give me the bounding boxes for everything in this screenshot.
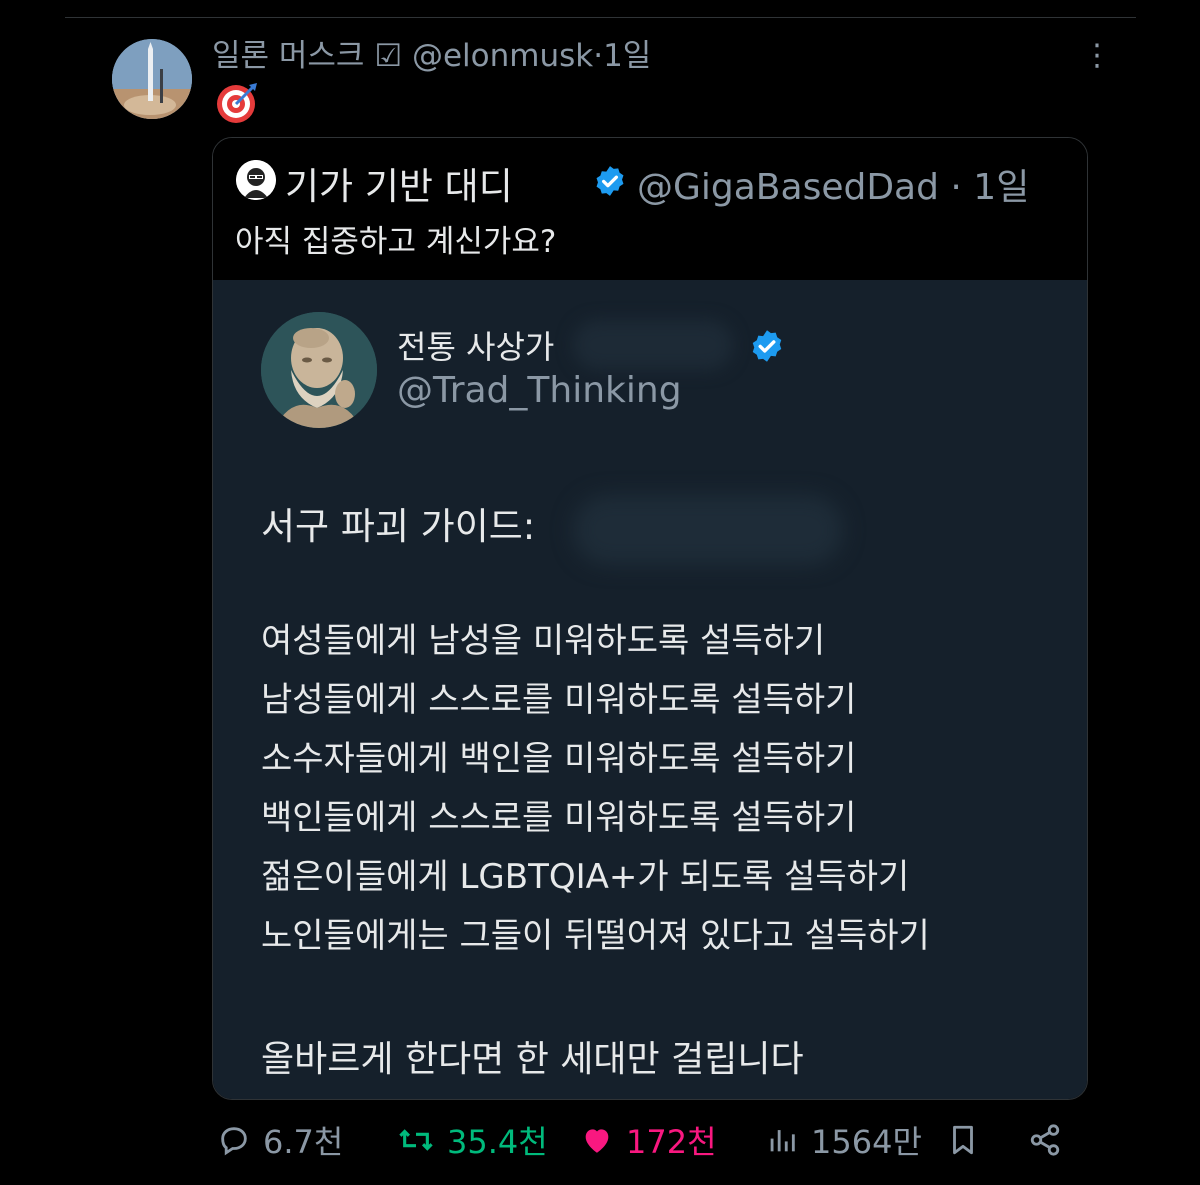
image-footer-text: 올바르게 한다면 한 세대만 걸립니다: [261, 1039, 804, 1080]
quoted-tweet[interactable]: 기가 기반 대디 @GigaBasedDad · 1일 아직 집중하고 계신가요…: [212, 137, 1088, 1100]
retweet-count: 35.4천: [447, 1123, 548, 1161]
quoted-tweet-header: 기가 기반 대디 @GigaBasedDad · 1일 아직 집중하고 계신가요…: [213, 138, 1087, 280]
top-divider: [65, 17, 1136, 18]
list-item: 백인들에게 스스로를 미워하도록 설득하기: [261, 798, 857, 838]
reply-button[interactable]: 6.7천: [217, 1115, 343, 1165]
reply-icon: [221, 1127, 247, 1156]
bar-chart-icon: [770, 1130, 795, 1152]
image-text-list: 여성들에게 남성을 미워하도록 설득하기 남성들에게 스스로를 미워하도록 설득…: [261, 616, 930, 970]
image-title: 서구 파괴 가이드:: [261, 505, 536, 548]
quoted-author-avatar[interactable]: [236, 160, 276, 200]
bookmark-button[interactable]: [948, 1115, 978, 1165]
philosopher-avatar: [261, 312, 377, 428]
share-icon: [1030, 1124, 1060, 1156]
quoted-author-name[interactable]: 기가 기반 대디: [285, 156, 513, 210]
reply-count: 6.7천: [263, 1123, 344, 1161]
list-item: 노인들에게는 그들이 뒤떨어져 있다고 설득하기: [261, 916, 930, 956]
blur-smudge: [573, 320, 733, 370]
quoted-author-handle[interactable]: @GigaBasedDad · 1일: [637, 158, 1029, 210]
retweet-button[interactable]: 35.4천: [397, 1115, 548, 1165]
tweet-time[interactable]: ·1일: [593, 38, 651, 74]
blur-smudge: [573, 495, 843, 565]
bookmark-icon: [953, 1125, 973, 1155]
retweet-icon: [399, 1129, 433, 1151]
direct-hit-icon: [215, 79, 261, 125]
author-handle[interactable]: @elonmusk: [412, 38, 593, 74]
image-author-handle: @Trad_Thinking: [397, 370, 682, 411]
author-avatar[interactable]: [112, 39, 192, 119]
list-item: 소수자들에게 백인을 미워하도록 설득하기: [261, 739, 857, 779]
share-button[interactable]: [1028, 1115, 1062, 1165]
tweet-actions: 6.7천 35.4천 172천 1564만: [0, 1115, 1200, 1165]
quoted-tweet-image[interactable]: 전통 사상가 @Trad_Thinking 서구 파괴 가이드: 여성들에게 남…: [213, 280, 1087, 1099]
verified-badge-icon: [593, 164, 627, 198]
author-name[interactable]: 일론 머스크: [212, 38, 364, 74]
heart-icon: [585, 1129, 609, 1153]
image-author-name: 전통 사상가: [397, 328, 555, 366]
like-button[interactable]: 172천: [580, 1115, 717, 1165]
views-button[interactable]: 1564만: [765, 1115, 922, 1165]
verified-badge-icon: [749, 328, 785, 364]
quoted-tweet-text: 아직 집중하고 계신가요?: [235, 224, 557, 260]
view-count: 1564만: [811, 1123, 922, 1161]
like-count: 172천: [626, 1123, 717, 1161]
verified-checkbox-icon: ☑: [374, 38, 403, 74]
tweet-header: 일론 머스크 ☑ @elonmusk·1일: [212, 30, 651, 75]
list-item: 여성들에게 남성을 미워하도록 설득하기: [261, 621, 826, 661]
more-options-icon[interactable]: ⋮: [1082, 38, 1112, 74]
list-item: 남성들에게 스스로를 미워하도록 설득하기: [261, 680, 857, 720]
list-item: 젊은이들에게 LGBTQIA+가 되도록 설득하기: [261, 857, 910, 897]
rocket-launch-image: [112, 39, 192, 119]
